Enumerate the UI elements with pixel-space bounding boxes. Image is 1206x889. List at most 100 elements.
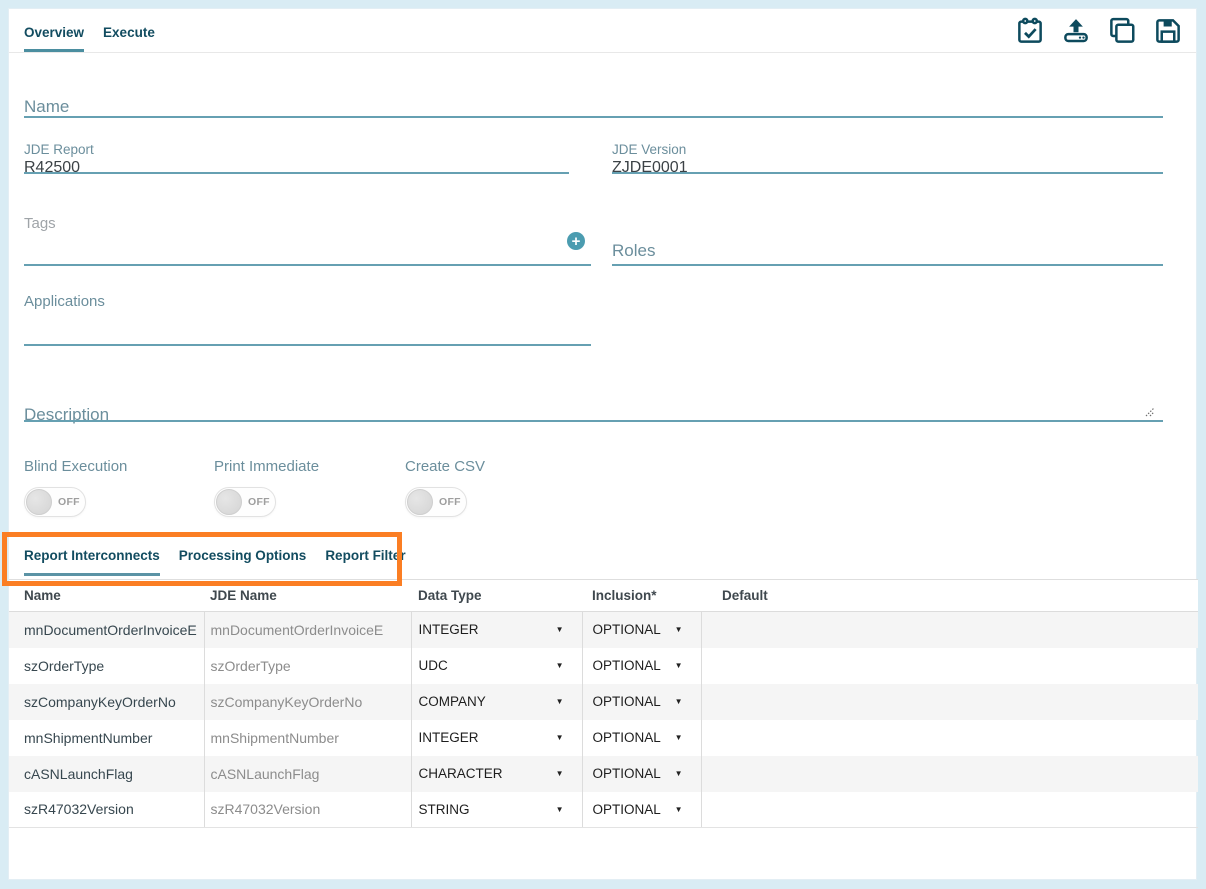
add-tag-button[interactable]: + [567, 232, 585, 250]
chevron-down-icon: ▼ [556, 661, 564, 670]
tab-report-filter[interactable]: Report Filter [325, 539, 405, 576]
table-row: szR47032Version szR47032Version STRING▼ … [9, 792, 1198, 828]
data-type-select[interactable]: INTEGER▼ [419, 730, 582, 745]
cell-default[interactable] [701, 720, 1198, 756]
table-row: szCompanyKeyOrderNo szCompanyKeyOrderNo … [9, 684, 1198, 720]
tab-processing-options[interactable]: Processing Options [179, 539, 307, 576]
col-header-inclusion: Inclusion* [582, 580, 701, 612]
cell-jde-name: szR47032Version [204, 792, 411, 828]
tags-field-placeholder: Tags [24, 215, 56, 232]
chevron-down-icon: ▼ [556, 625, 564, 634]
description-field-placeholder: Description [24, 405, 109, 425]
description-input[interactable] [24, 420, 1163, 422]
tab-report-interconnects[interactable]: Report Interconnects [24, 539, 160, 576]
applications-input[interactable] [24, 344, 591, 346]
col-header-data-type: Data Type [411, 580, 582, 612]
roles-field-placeholder: Roles [612, 241, 655, 261]
chevron-down-icon: ▼ [556, 769, 564, 778]
name-input[interactable] [24, 116, 1163, 118]
toolbar [1014, 18, 1183, 49]
jde-report-label: JDE Report [24, 142, 94, 157]
cell-default[interactable] [701, 684, 1198, 720]
save-button[interactable] [1152, 18, 1183, 49]
cell-name: mnShipmentNumber [9, 720, 204, 756]
cell-name: mnDocumentOrderInvoiceE [9, 612, 204, 648]
copy-button[interactable] [1106, 18, 1137, 49]
cell-default[interactable] [701, 612, 1198, 648]
chevron-down-icon: ▼ [556, 805, 564, 814]
col-header-name: Name [9, 580, 204, 612]
chevron-down-icon: ▼ [675, 769, 683, 778]
data-type-select[interactable]: COMPANY▼ [419, 694, 582, 709]
cell-jde-name: mnShipmentNumber [204, 720, 411, 756]
inclusion-select[interactable]: OPTIONAL▼ [593, 658, 701, 673]
cell-name: cASNLaunchFlag [9, 756, 204, 792]
jde-version-value[interactable]: ZJDE0001 [612, 159, 688, 177]
data-type-select[interactable]: INTEGER▼ [419, 622, 582, 637]
print-immediate-label: Print Immediate [214, 458, 319, 475]
data-type-select[interactable]: CHARACTER▼ [419, 766, 582, 781]
inclusion-select[interactable]: OPTIONAL▼ [593, 730, 701, 745]
jde-report-value[interactable]: R42500 [24, 159, 80, 177]
name-field-placeholder: Name [24, 97, 69, 117]
table-header-row: Name JDE Name Data Type Inclusion* Defau… [9, 580, 1198, 612]
table-row: cASNLaunchFlag cASNLaunchFlag CHARACTER▼… [9, 756, 1198, 792]
blind-execution-label: Blind Execution [24, 458, 127, 475]
toggle-state-label: OFF [439, 496, 461, 508]
toggle-state-label: OFF [58, 496, 80, 508]
roles-input[interactable] [612, 264, 1163, 266]
main-card: Overview Execute [8, 8, 1197, 880]
cell-jde-name: mnDocumentOrderInvoiceE [204, 612, 411, 648]
create-csv-toggle[interactable]: OFF [405, 487, 467, 517]
tags-input[interactable] [24, 264, 591, 266]
jde-version-underline [612, 172, 1163, 174]
table-row: szOrderType szOrderType UDC▼ OPTIONAL▼ [9, 648, 1198, 684]
schedule-icon [1015, 16, 1045, 51]
save-icon [1153, 16, 1183, 51]
chevron-down-icon: ▼ [675, 733, 683, 742]
schedule-button[interactable] [1014, 18, 1045, 49]
table-row: mnDocumentOrderInvoiceE mnDocumentOrderI… [9, 612, 1198, 648]
chevron-down-icon: ▼ [556, 697, 564, 706]
cell-name: szR47032Version [9, 792, 204, 828]
data-type-select[interactable]: STRING▼ [419, 802, 582, 817]
toggle-knob [407, 489, 433, 515]
inclusion-select[interactable]: OPTIONAL▼ [593, 802, 701, 817]
applications-label: Applications [24, 293, 105, 310]
jde-report-underline [24, 172, 569, 174]
cell-name: szCompanyKeyOrderNo [9, 684, 204, 720]
create-csv-label: Create CSV [405, 458, 485, 475]
print-immediate-toggle[interactable]: OFF [214, 487, 276, 517]
tab-execute[interactable]: Execute [103, 9, 155, 52]
toggle-knob [26, 489, 52, 515]
inclusion-select[interactable]: OPTIONAL▼ [593, 766, 701, 781]
jde-version-label: JDE Version [612, 142, 686, 157]
chevron-down-icon: ▼ [675, 625, 683, 634]
chevron-down-icon: ▼ [675, 805, 683, 814]
inclusion-select[interactable]: OPTIONAL▼ [593, 694, 701, 709]
copy-icon [1107, 16, 1137, 51]
page: { "colors": { "accent_teal": "#124c60", … [0, 0, 1206, 889]
tab-overview[interactable]: Overview [24, 9, 84, 52]
cell-default[interactable] [701, 648, 1198, 684]
cell-name: szOrderType [9, 648, 204, 684]
cell-default[interactable] [701, 792, 1198, 828]
col-header-jde-name: JDE Name [204, 580, 411, 612]
table-row: mnShipmentNumber mnShipmentNumber INTEGE… [9, 720, 1198, 756]
data-type-select[interactable]: UDC▼ [419, 658, 582, 673]
chevron-down-icon: ▼ [675, 697, 683, 706]
toggle-state-label: OFF [248, 496, 270, 508]
toggle-knob [216, 489, 242, 515]
upload-icon [1061, 16, 1091, 51]
cell-jde-name: szOrderType [204, 648, 411, 684]
upload-button[interactable] [1060, 18, 1091, 49]
chevron-down-icon: ▼ [675, 661, 683, 670]
chevron-down-icon: ▼ [556, 733, 564, 742]
col-header-default: Default [701, 580, 1198, 612]
cell-jde-name: szCompanyKeyOrderNo [204, 684, 411, 720]
blind-execution-toggle[interactable]: OFF [24, 487, 86, 517]
inclusion-select[interactable]: OPTIONAL▼ [593, 622, 701, 637]
cell-default[interactable] [701, 756, 1198, 792]
cell-jde-name: cASNLaunchFlag [204, 756, 411, 792]
interconnects-table: Name JDE Name Data Type Inclusion* Defau… [9, 579, 1198, 828]
